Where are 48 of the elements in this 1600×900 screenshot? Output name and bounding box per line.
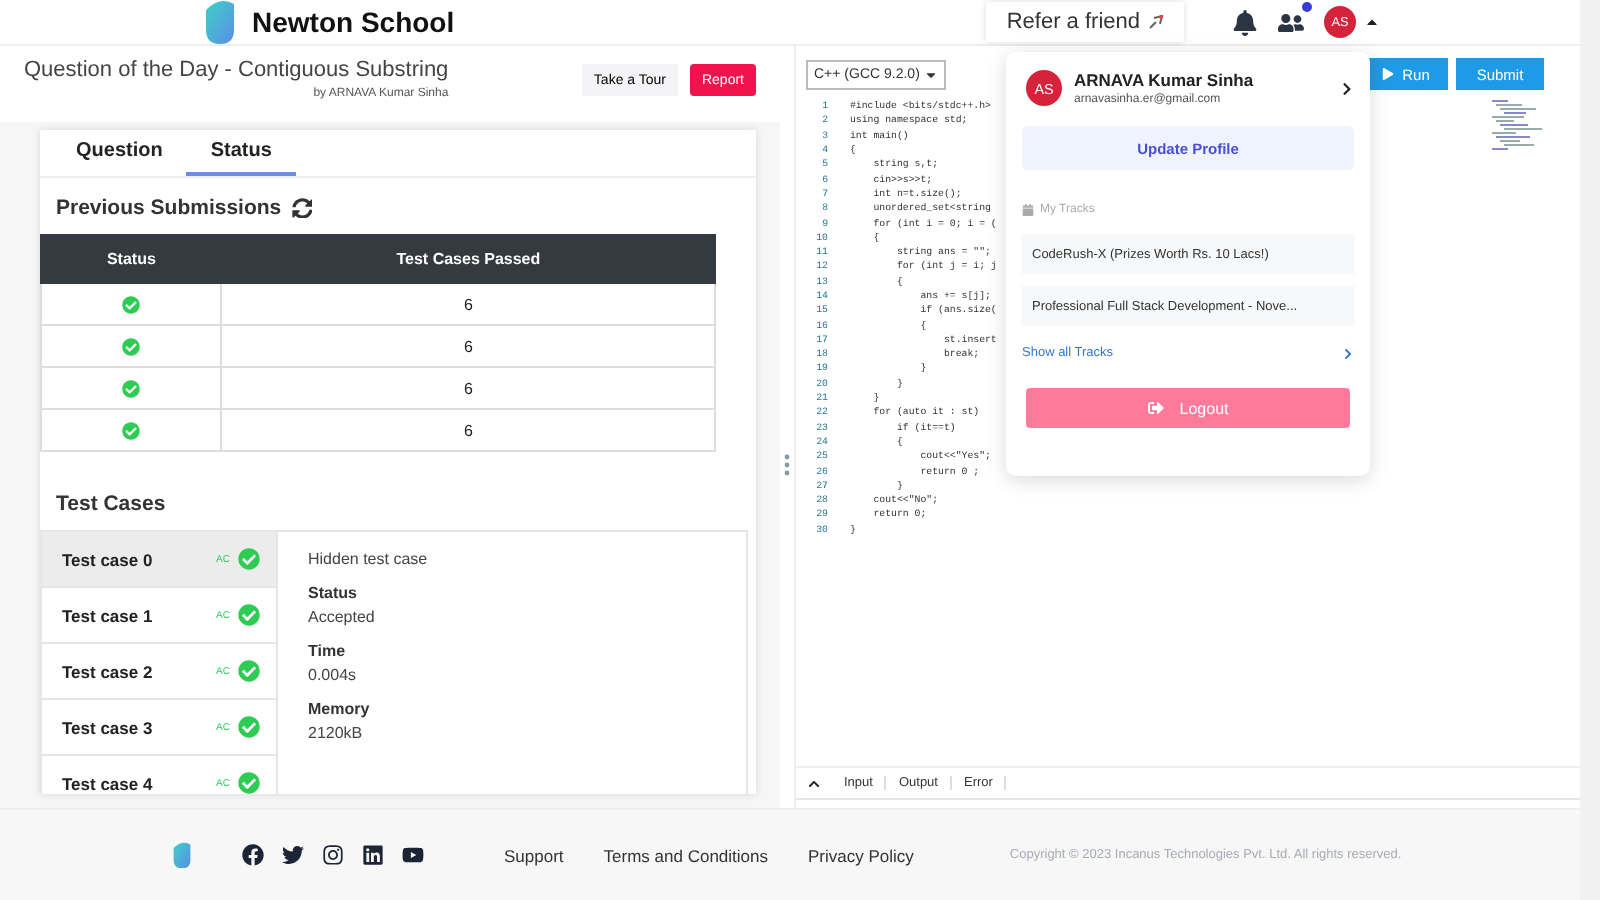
table-cell: 6 <box>221 283 715 325</box>
calendar-icon <box>1022 204 1034 216</box>
field-value: 2120kB <box>308 724 365 742</box>
test-case-label: Test case 1 <box>62 605 153 625</box>
footer-link[interactable]: Terms and Conditions <box>603 845 768 865</box>
test-case-label: Test case 0 <box>62 549 153 569</box>
linkedin-icon[interactable] <box>362 844 384 866</box>
test-case-label: Test case 4 <box>62 773 153 793</box>
refer-button[interactable]: Refer a friend <box>986 2 1184 42</box>
table-cell: 6 <box>221 367 715 409</box>
tab[interactable]: Status <box>186 130 296 176</box>
logo-icon <box>170 841 194 869</box>
caret-icon <box>923 67 938 81</box>
twitter-icon[interactable] <box>282 844 304 866</box>
refresh-icon[interactable] <box>291 197 313 219</box>
field-value: 0.004s <box>308 666 359 684</box>
test-case-label: Test case 2 <box>62 661 153 681</box>
test-case-label: Test case 3 <box>62 717 153 737</box>
caret-icon[interactable] <box>1364 14 1380 30</box>
section-title: Previous Submissions <box>56 196 282 220</box>
note-text: Hidden test case <box>308 550 430 568</box>
footer-link[interactable]: Privacy Policy <box>808 845 914 865</box>
bell-icon[interactable] <box>1232 9 1258 35</box>
play-icon <box>1382 68 1395 80</box>
field-label: Memory <box>308 700 372 718</box>
expand-icon[interactable] <box>808 777 820 789</box>
user-name: ARNAVA Kumar Sinha <box>1074 70 1254 90</box>
chevron-icon[interactable] <box>1340 81 1354 95</box>
footer-link[interactable]: Support <box>504 845 564 865</box>
table-cell: 6 <box>221 325 715 367</box>
section-title: Test Cases <box>56 492 166 516</box>
field-label: Status <box>308 584 359 602</box>
logo-text: Newton School <box>252 6 455 38</box>
table-cell: 6 <box>221 409 715 451</box>
logo-icon <box>200 0 240 45</box>
drag-handle-icon[interactable] <box>784 454 790 476</box>
column-header: Status <box>41 235 222 283</box>
minimap-drawing <box>1492 100 1544 152</box>
column-header: Test Cases Passed <box>221 235 715 283</box>
scrollbar[interactable] <box>1580 0 1600 900</box>
instagram-icon[interactable] <box>322 844 344 866</box>
field-value: Accepted <box>308 608 377 626</box>
youtube-icon[interactable] <box>402 844 424 866</box>
tab[interactable]: Question <box>52 130 187 176</box>
facebook-icon[interactable] <box>242 844 264 866</box>
logout-icon <box>1147 400 1164 416</box>
question-title: Question of the Day - Contiguous Substring <box>24 58 449 82</box>
field-label: Time <box>308 642 348 660</box>
